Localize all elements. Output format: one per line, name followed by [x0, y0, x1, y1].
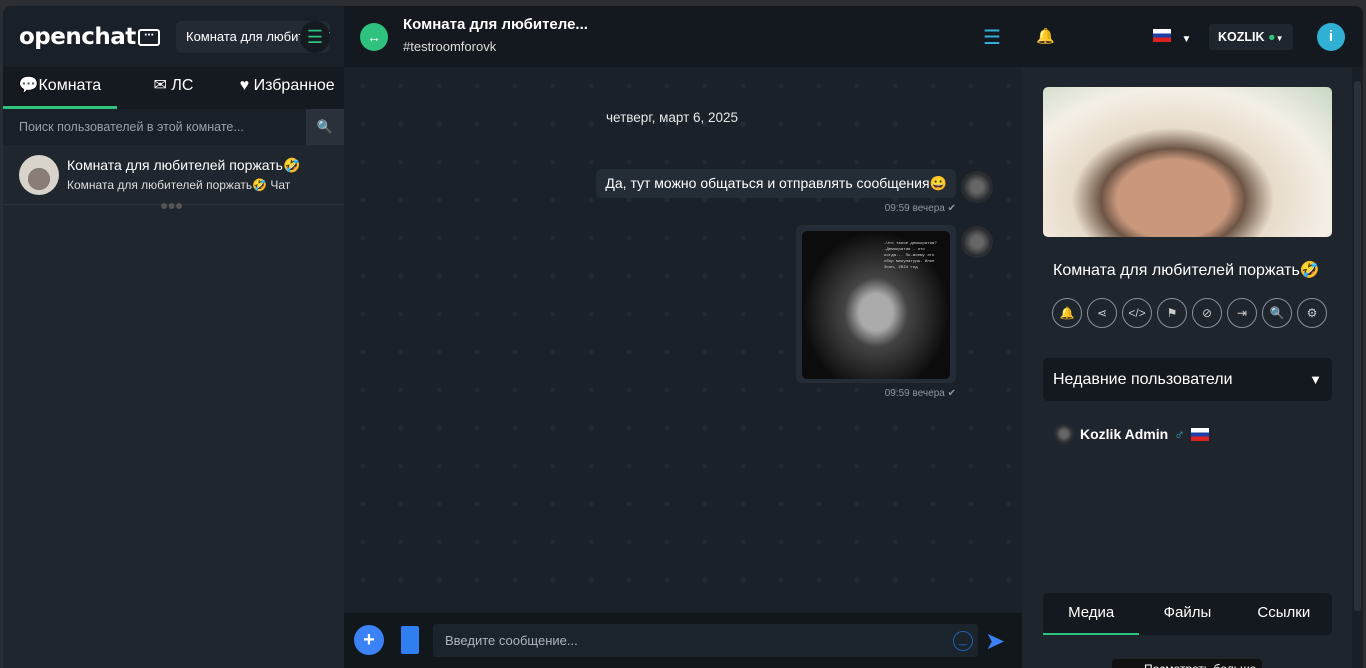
plus-button[interactable]: +: [354, 625, 384, 655]
comments-icon: 💬: [18, 77, 39, 94]
envelope-icon: ✉: [153, 77, 172, 94]
user-item[interactable]: Kozlik Admin ♂: [1054, 424, 1209, 444]
logo-text: openchat: [19, 24, 136, 50]
room-actions: 🔔 ⋖ </> ⚑ ⊘ ⇥ 🔍 ⚙: [1052, 298, 1327, 328]
flag-icon[interactable]: ⚑: [1157, 298, 1187, 328]
room-selector[interactable]: Комната для любителей поржать☰: [176, 21, 330, 53]
room-subtitle: Комната для любителей поржать🤣 Чат: [67, 178, 291, 192]
room-info-panel: Комната для любителей поржать🤣 🔔 ⋖ </> ⚑…: [1022, 67, 1352, 668]
heart-icon: ♥: [239, 77, 254, 94]
russia-flag-icon: [1153, 29, 1171, 42]
room-title: Комната для любителей поржать🤣: [67, 157, 301, 173]
room-list-item[interactable]: Комната для любителей поржать🤣 Комната д…: [3, 145, 344, 213]
bell-icon[interactable]: 🔔: [1036, 27, 1055, 45]
chat-bubble-icon: ···: [137, 29, 160, 46]
user-search-input[interactable]: [3, 109, 306, 145]
tab-dm[interactable]: ✉ ЛС: [117, 67, 231, 109]
menu-icon[interactable]: ☰: [983, 25, 1001, 50]
more-dots-icon[interactable]: ●●●: [160, 197, 183, 213]
tab-label: Комната: [38, 77, 102, 94]
user-menu[interactable]: KOZLIK ●▼: [1209, 24, 1293, 50]
logo[interactable]: openchat ···: [19, 24, 160, 50]
recent-users-accordion[interactable]: Недавние пользователи ▼: [1043, 358, 1332, 401]
recent-users-title: Недавние пользователи: [1053, 371, 1233, 388]
message-input[interactable]: [433, 624, 978, 657]
emoji-icon[interactable]: ‿: [953, 631, 973, 651]
room-avatar: [19, 155, 59, 195]
message-time: 09:59 вечера ✔: [884, 203, 956, 214]
username: KOZLIK: [1218, 30, 1265, 44]
room-slug: #testroomforovk: [403, 39, 497, 54]
user-name: Kozlik Admin: [1080, 426, 1169, 442]
list-icon[interactable]: ☰: [300, 21, 330, 53]
chat-header: ↔ Комната для любителе... #testroomforov…: [344, 6, 1363, 67]
tab-media[interactable]: Медиа: [1043, 593, 1140, 635]
scrollbar[interactable]: [1352, 67, 1363, 668]
male-icon: ♂: [1174, 426, 1185, 442]
message-time: 09:59 вечера ✔: [884, 388, 956, 399]
caret-down-icon: ▼: [1181, 34, 1192, 45]
tab-label: ЛС: [171, 77, 194, 94]
image-message[interactable]: -Что такое демократия? -Демократия - это…: [796, 225, 956, 383]
image-caption: -Что такое демократия? -Демократия - это…: [884, 242, 937, 270]
room-icon: ↔: [360, 23, 388, 51]
room-title: Комната для любителе...: [403, 16, 588, 33]
sidebar: openchat··· Комната для любителей поржат…: [3, 6, 344, 668]
message-text: Да, тут можно общаться и отправлять сооб…: [605, 175, 947, 191]
sender-avatar[interactable]: [961, 171, 993, 203]
avatar: [1054, 424, 1074, 444]
date-separator: четверг, март 6, 2025: [606, 110, 739, 125]
app-window: openchat··· Комната для любителей поржат…: [3, 6, 1363, 668]
users-settings-icon[interactable]: ⚙: [1297, 298, 1327, 328]
message-bubble[interactable]: Да, тут можно общаться и отправлять сооб…: [596, 169, 956, 198]
tab-favorites[interactable]: ♥ Избранное: [230, 67, 344, 109]
message-image[interactable]: -Что такое демократия? -Демократия - это…: [802, 231, 950, 379]
tab-files[interactable]: Файлы: [1139, 593, 1235, 635]
share-icon[interactable]: ⋖: [1087, 298, 1117, 328]
media-tabs: Медиа Файлы Ссылки: [1043, 593, 1332, 635]
chat-area: ↔ Комната для любителе... #testroomforov…: [344, 6, 1363, 668]
search-icon: 🔍: [316, 119, 334, 134]
caret-down-icon: ▼: [1275, 34, 1284, 43]
leave-icon[interactable]: ⇥: [1227, 298, 1257, 328]
info-button[interactable]: i: [1317, 23, 1345, 51]
room-name: Комната для любителей поржать🤣: [1053, 262, 1320, 279]
russia-flag-icon: [1190, 427, 1209, 441]
tab-room[interactable]: 💬Комната: [3, 67, 117, 109]
scrollbar-thumb[interactable]: [1354, 81, 1361, 611]
search-icon[interactable]: 🔍: [1262, 298, 1292, 328]
user-search: 🔍: [3, 109, 344, 145]
send-icon[interactable]: ➤: [985, 627, 1005, 656]
online-status-icon: ●: [1268, 30, 1276, 44]
tab-label: Избранное: [253, 77, 335, 94]
room-image: [1043, 87, 1332, 237]
message-list: четверг, март 6, 2025 Да, тут можно обща…: [344, 67, 1022, 613]
code-icon[interactable]: </>: [1122, 298, 1152, 328]
tab-links[interactable]: Ссылки: [1236, 593, 1332, 635]
chevron-down-icon: ▼: [1309, 372, 1322, 387]
message-composer: + ‿ ➤: [344, 613, 1022, 668]
language-selector[interactable]: ▼: [1153, 29, 1191, 47]
mute-chat-icon[interactable]: ⊘: [1192, 298, 1222, 328]
sidebar-tabs: 💬Комната ✉ ЛС ♥ Избранное: [3, 67, 344, 109]
search-button[interactable]: 🔍: [306, 109, 344, 145]
bell-icon[interactable]: 🔔: [1052, 298, 1082, 328]
see-more-button[interactable]: Посмотреть больше: [1112, 659, 1262, 668]
sidebar-header: openchat··· Комната для любителей поржат…: [3, 6, 344, 67]
sender-avatar[interactable]: [961, 226, 993, 258]
image-file-icon[interactable]: [401, 626, 419, 654]
